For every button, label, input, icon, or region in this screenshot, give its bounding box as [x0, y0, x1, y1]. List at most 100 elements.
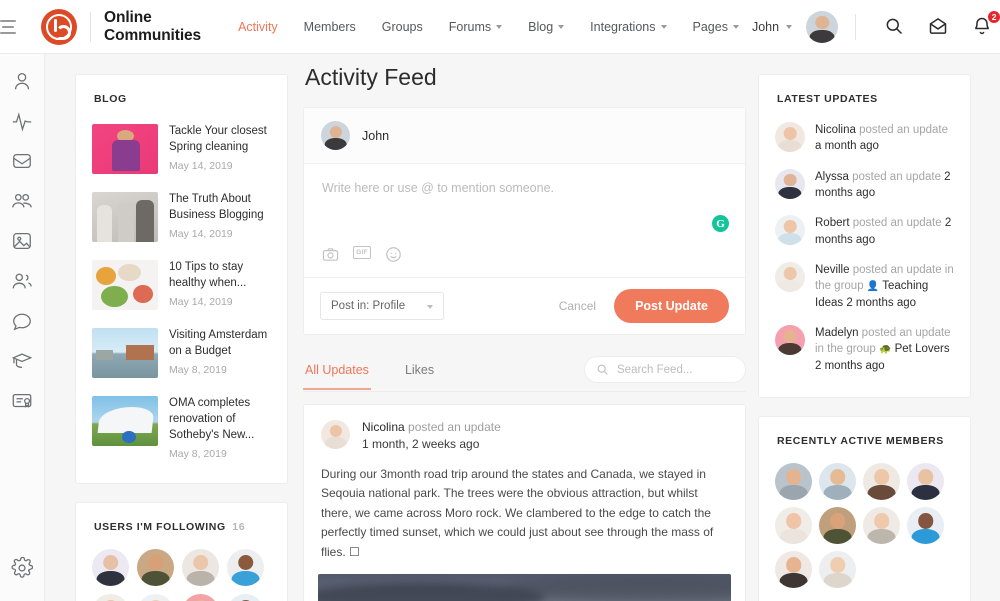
- avatar-2[interactable]: [137, 548, 174, 586]
- nav-label: Pages: [692, 19, 728, 34]
- avatar-5[interactable]: [92, 593, 129, 601]
- nav-label: Activity: [238, 19, 278, 34]
- nav-item-pages[interactable]: Pages: [680, 14, 752, 40]
- avatar[interactable]: [775, 168, 805, 199]
- avatar-1[interactable]: [92, 548, 129, 586]
- groups-icon[interactable]: [11, 190, 33, 212]
- avatar[interactable]: [775, 324, 805, 355]
- settings-gear-icon[interactable]: [11, 557, 33, 579]
- avatar[interactable]: [775, 261, 805, 292]
- update-user[interactable]: Alyssa: [815, 171, 849, 183]
- post-body-text: During our 3month road trip around the s…: [321, 467, 714, 559]
- avatar[interactable]: [775, 215, 805, 246]
- blog-meta: The Truth About Business Blogging May 14…: [169, 192, 271, 242]
- emoji-icon[interactable]: [385, 246, 402, 263]
- blog-card-title: BLOG: [94, 93, 127, 105]
- following-avatar-grid: [76, 537, 287, 601]
- friends-icon[interactable]: [11, 270, 33, 292]
- search-icon[interactable]: [884, 16, 906, 38]
- list-item[interactable]: 10 Tips to stay healthy when... May 14, …: [92, 251, 271, 319]
- tab-all-updates[interactable]: All Updates: [303, 357, 371, 390]
- composer-tools: GIF: [304, 238, 745, 277]
- list-item[interactable]: Visiting Amsterdam on a Budget May 8, 20…: [92, 319, 271, 387]
- forums-chat-icon[interactable]: [11, 310, 33, 332]
- users-following-card: USERS I'M FOLLOWING 16: [75, 501, 288, 601]
- notifications-bell-icon[interactable]: 2: [972, 9, 1000, 38]
- user-menu[interactable]: John: [752, 20, 793, 34]
- nav-item-members[interactable]: Members: [291, 14, 369, 40]
- avatar[interactable]: [806, 10, 839, 43]
- member-10[interactable]: [819, 550, 856, 588]
- tab-likes[interactable]: Likes: [403, 357, 436, 390]
- hamburger-icon[interactable]: [0, 19, 16, 34]
- left-sidebar: BLOG Tackle Your closest Spring cleaning…: [75, 74, 288, 601]
- camera-icon[interactable]: [322, 246, 339, 263]
- update-user[interactable]: Robert: [815, 217, 850, 229]
- composer-input-area[interactable]: Write here or use @ to mention someone. …: [304, 164, 745, 238]
- list-item[interactable]: Robert posted an update 2 months ago: [775, 208, 954, 255]
- sunset-mountain-photo[interactable]: [318, 574, 731, 601]
- nav-item-integrations[interactable]: Integrations: [577, 14, 679, 40]
- avatar-3[interactable]: [182, 548, 219, 586]
- nav-item-forums[interactable]: Forums: [436, 14, 515, 40]
- courses-cap-icon[interactable]: [11, 350, 33, 372]
- blog-title[interactable]: The Truth About Business Blogging: [169, 192, 271, 224]
- avatar[interactable]: [321, 420, 350, 449]
- avatar-4[interactable]: [227, 548, 264, 586]
- grammarly-g-icon[interactable]: G: [712, 215, 729, 232]
- inbox-icon[interactable]: [11, 150, 33, 172]
- users-following-title: USERS I'M FOLLOWING 16: [76, 503, 287, 537]
- list-item[interactable]: Madelyn posted an update in the group 🐢 …: [775, 318, 954, 381]
- cancel-button[interactable]: Cancel: [559, 299, 596, 313]
- update-user[interactable]: Neville: [815, 264, 850, 276]
- update-user[interactable]: Madelyn: [815, 327, 858, 339]
- nav-item-blog[interactable]: Blog: [515, 14, 577, 40]
- member-4[interactable]: [907, 462, 944, 500]
- member-1[interactable]: [775, 462, 812, 500]
- update-text: Neville posted an update in the group 👤 …: [815, 262, 954, 311]
- certificates-icon[interactable]: [11, 390, 33, 412]
- blog-title[interactable]: 10 Tips to stay healthy when...: [169, 260, 271, 292]
- brand[interactable]: Online Communities: [41, 8, 201, 45]
- update-time: 2 months ago: [815, 359, 885, 372]
- list-item[interactable]: OMA completes renovation of Sotheby's Ne…: [92, 387, 271, 469]
- chevron-down-icon: [660, 25, 667, 29]
- post-author[interactable]: Nicolina: [362, 420, 405, 434]
- profile-icon[interactable]: [11, 70, 33, 92]
- list-item[interactable]: Neville posted an update in the group 👤 …: [775, 255, 954, 318]
- messages-icon[interactable]: [928, 16, 950, 38]
- member-7[interactable]: [863, 506, 900, 544]
- post-header: Nicolina posted an update 1 month, 2 wee…: [304, 405, 745, 457]
- chevron-down-icon: [427, 304, 434, 309]
- list-item[interactable]: Alyssa posted an update 2 months ago: [775, 162, 954, 209]
- blog-title[interactable]: OMA completes renovation of Sotheby's Ne…: [169, 396, 271, 444]
- list-item[interactable]: The Truth About Business Blogging May 14…: [92, 183, 271, 251]
- gif-icon[interactable]: GIF: [353, 246, 371, 259]
- activity-feed-column: Activity Feed John Write here or use @ t…: [303, 64, 746, 601]
- blog-date: May 14, 2019: [169, 159, 233, 172]
- search-feed-input[interactable]: Search Feed...: [584, 356, 746, 383]
- member-5[interactable]: [775, 506, 812, 544]
- update-user[interactable]: Nicolina: [815, 124, 856, 136]
- member-8[interactable]: [907, 506, 944, 544]
- post-update-button[interactable]: Post Update: [614, 289, 729, 323]
- list-item[interactable]: Nicolina posted an update a month ago: [775, 115, 954, 162]
- activity-pulse-icon[interactable]: [11, 110, 33, 132]
- avatar-6[interactable]: [137, 593, 174, 601]
- avatar[interactable]: [775, 122, 805, 152]
- post-in-select[interactable]: Post in: Profile: [320, 292, 445, 320]
- member-6[interactable]: [819, 506, 856, 544]
- update-group[interactable]: Pet Lovers: [895, 343, 950, 355]
- nav-item-activity[interactable]: Activity: [225, 14, 291, 40]
- blog-title[interactable]: Tackle Your closest Spring cleaning: [169, 124, 271, 156]
- blog-title[interactable]: Visiting Amsterdam on a Budget: [169, 328, 271, 360]
- member-3[interactable]: [863, 462, 900, 500]
- member-2[interactable]: [819, 462, 856, 500]
- member-9[interactable]: [775, 550, 812, 588]
- avatar-8[interactable]: [227, 593, 264, 601]
- list-item[interactable]: Tackle Your closest Spring cleaning May …: [92, 115, 271, 183]
- latest-updates-list: Nicolina posted an update a month ago Aly…: [759, 109, 970, 397]
- nav-item-groups[interactable]: Groups: [369, 14, 436, 40]
- avatar-7[interactable]: [182, 593, 219, 601]
- photos-icon[interactable]: [11, 230, 33, 252]
